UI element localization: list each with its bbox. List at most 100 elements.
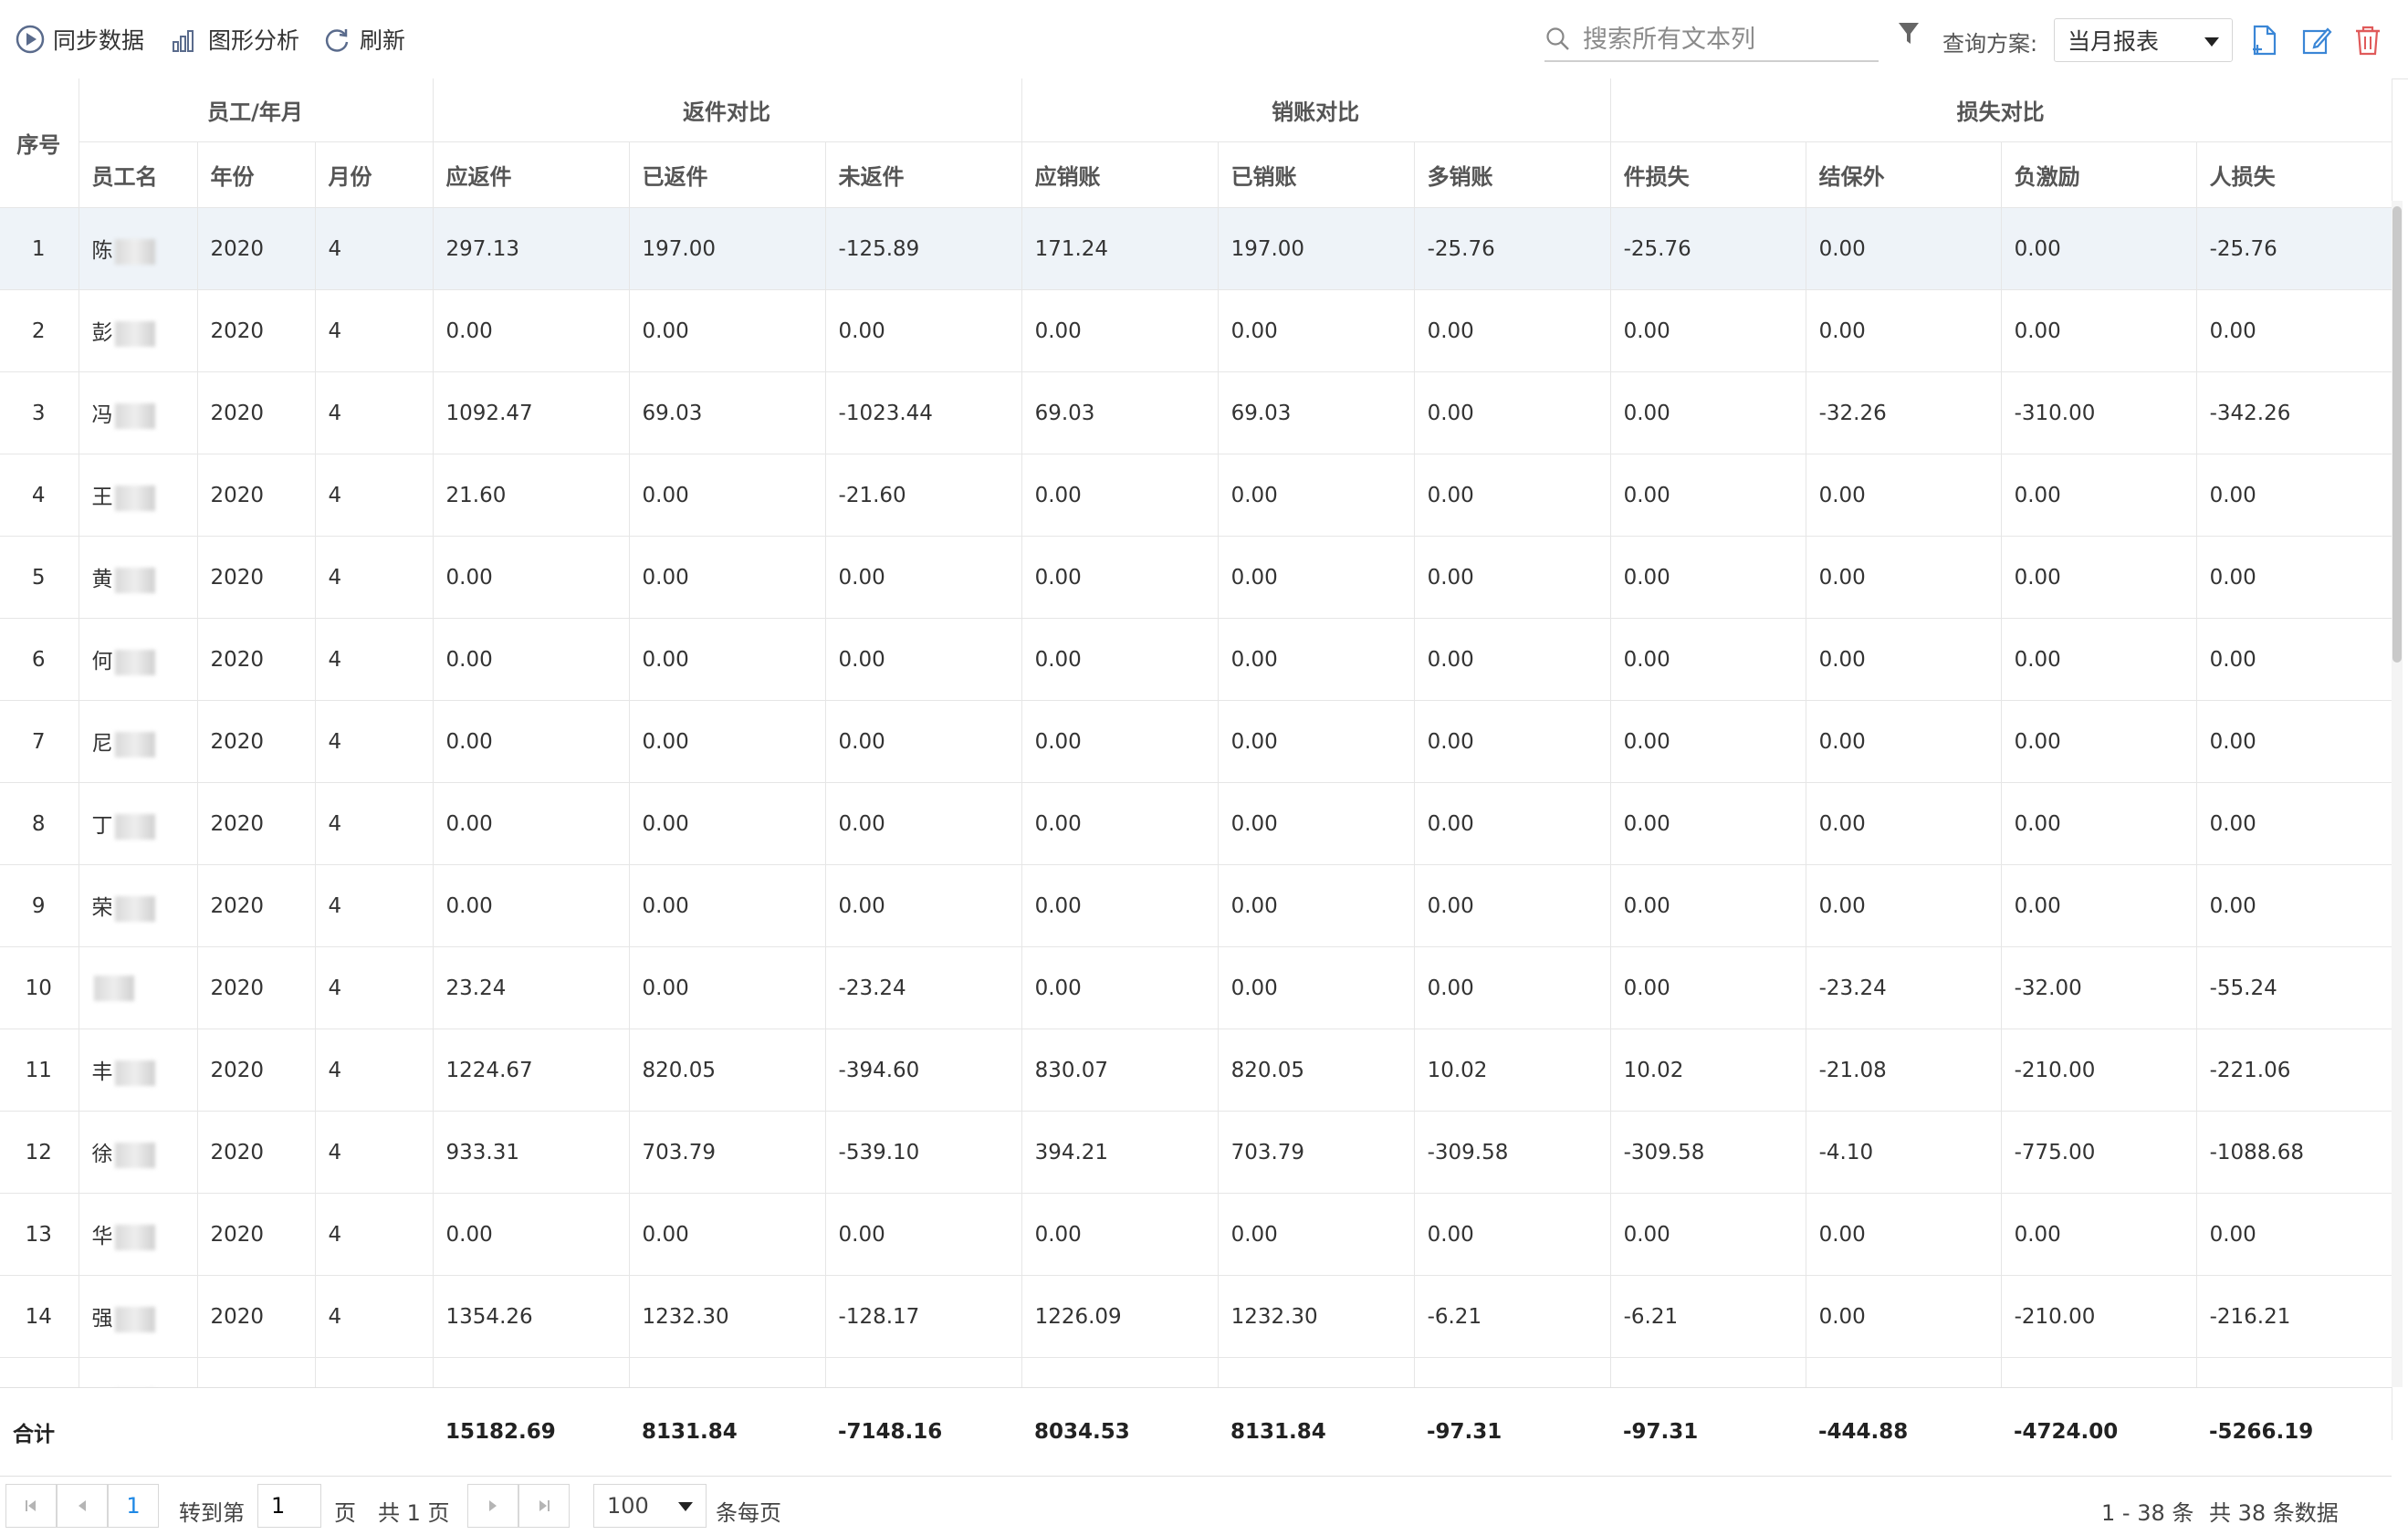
page-size-select[interactable]: 100 [593, 1484, 707, 1528]
table-row[interactable]: 14 强 2020 4 1354.26 1232.30 -128.17 1226.09 1232… [0, 1275, 2392, 1358]
filter-icon[interactable] [1897, 20, 1921, 47]
chart-analysis-button[interactable]: 图形分析 [170, 18, 299, 60]
col-header-returned[interactable]: 已返件 [629, 141, 826, 208]
name-redaction [114, 567, 155, 593]
cell-written-off: 0.00 [1218, 1193, 1415, 1276]
cell-item-loss: 0.00 [1610, 371, 1806, 454]
cell-month: 4 [315, 371, 434, 454]
col-header-item-loss[interactable]: 件损失 [1610, 141, 1806, 208]
first-page-button[interactable] [5, 1484, 57, 1528]
total-over-writeoff: -97.31 [1427, 1420, 1502, 1444]
cell-month: 4 [315, 207, 434, 290]
cell-penalty: 0.00 [2001, 700, 2197, 783]
cell-due-writeoff: 0.00 [1021, 454, 1219, 537]
cell-due-return: 933.31 [433, 1111, 630, 1194]
col-header-year[interactable]: 年份 [197, 141, 316, 208]
cell-seq: 3 [0, 371, 79, 454]
table-row[interactable]: 13 华 2020 4 0.00 0.00 0.00 0.00 0.00 0.00 0.00 0.00… [0, 1193, 2392, 1276]
col-header-month[interactable]: 月份 [315, 141, 434, 208]
report-table: 序号 员工/年月 返件对比 销账对比 损失对比 员工名 年份 月份 应返件 已返… [0, 78, 2392, 1440]
cell-due-writeoff: 69.03 [1021, 371, 1219, 454]
table-row[interactable]: 9 荣 2020 4 0.00 0.00 0.00 0.00 0.00 0.00 0.00 0.00 0… [0, 864, 2392, 947]
cell-not-returned: 0.00 [825, 289, 1022, 372]
table-row[interactable]: 8 丁 2020 4 0.00 0.00 0.00 0.00 0.00 0.00 0.00 0.00 0… [0, 782, 2392, 865]
employee-name: 徐 [91, 1143, 113, 1167]
last-page-button[interactable] [518, 1484, 570, 1528]
sync-data-button[interactable]: 同步数据 [15, 18, 144, 60]
col-header-over-writeoff[interactable]: 多销账 [1414, 141, 1611, 208]
table-row[interactable]: 12 徐 2020 4 933.31 703.79 -539.10 394.21 703.79-… [0, 1111, 2392, 1194]
cell-due-writeoff: 0.00 [1021, 289, 1219, 372]
cell-penalty: 0.00 [2001, 289, 2197, 372]
cell-written-off: 0.00 [1218, 864, 1415, 947]
table-row[interactable]: 7 尼 2020 4 0.00 0.00 0.00 0.00 0.00 0.00 0.00 0.00 0… [0, 700, 2392, 783]
col-header-due-return[interactable]: 应返件 [433, 141, 630, 208]
cell-due-return: 0.00 [433, 536, 630, 619]
col-header-penalty[interactable]: 负激励 [2001, 141, 2197, 208]
totals-label: 合计 [13, 1423, 55, 1446]
cell-year: 2020 [197, 371, 316, 454]
table-row[interactable]: 4 王 2020 4 21.60 0.00 -21.60 0.00 0.00 0.00 0.00 0.… [0, 454, 2392, 537]
col-header-seq[interactable]: 序号 [0, 78, 79, 208]
search-input[interactable] [1581, 24, 1868, 55]
prev-page-button[interactable] [57, 1484, 108, 1528]
cell-not-returned: 0.00 [825, 536, 1022, 619]
cell-returned: 0.00 [629, 454, 826, 537]
query-scheme-select[interactable]: 当月报表 [2054, 18, 2233, 62]
new-file-icon[interactable] [2249, 24, 2280, 57]
cell-over-writeoff: -25.76 [1414, 207, 1611, 290]
table-row[interactable]: 2 彭 2020 4 0.00 0.00 0.00 0.00 0.00 0.00 0.00 0.00 0… [0, 289, 2392, 372]
edit-icon[interactable] [2300, 24, 2333, 57]
cell-penalty: -210.00 [2001, 1275, 2197, 1358]
col-header-out-of-warranty[interactable]: 结保外 [1806, 141, 2002, 208]
col-header-written-off[interactable]: 已销账 [1218, 141, 1415, 208]
cell-item-loss: 0.00 [1610, 289, 1806, 372]
cell-seq: 8 [0, 782, 79, 865]
cell-seq: 13 [0, 1193, 79, 1276]
prev-page-icon [79, 1500, 86, 1511]
table-row[interactable]: 10 2020 4 23.24 0.00 -23.24 0.00 0.00 0.00 0.00 -2… [0, 946, 2392, 1029]
table-row[interactable]: 5 黄 2020 4 0.00 0.00 0.00 0.00 0.00 0.00 0.00 0.00 0… [0, 536, 2392, 619]
cell-over-writeoff: 0.00 [1414, 536, 1611, 619]
cell-year: 2020 [197, 782, 316, 865]
cell-month: 4 [315, 1193, 434, 1276]
cell-person-loss: 0.00 [2196, 864, 2392, 947]
goto-page-input[interactable] [257, 1484, 321, 1528]
cell-month: 4 [315, 289, 434, 372]
cell-month: 4 [315, 454, 434, 537]
scrollbar-thumb[interactable] [2392, 206, 2402, 663]
next-page-button[interactable] [467, 1484, 518, 1528]
cell-due-return: 0.00 [433, 782, 630, 865]
current-page-button[interactable]: 1 [108, 1484, 159, 1528]
cell-due-writeoff: 1226.09 [1021, 1275, 1219, 1358]
table-row[interactable]: 6 何 2020 4 0.00 0.00 0.00 0.00 0.00 0.00 0.00 0.00 0… [0, 618, 2392, 701]
col-header-person-loss[interactable]: 人损失 [2196, 141, 2392, 208]
cell-item-loss: 0.00 [1610, 864, 1806, 947]
chevron-down-icon [2204, 37, 2219, 47]
delete-icon[interactable] [2353, 24, 2382, 57]
cell-person-loss: -55.24 [2196, 946, 2392, 1029]
refresh-label: 刷新 [360, 27, 406, 54]
table-row[interactable]: 3 冯 2020 4 1092.47 69.03 -1023.44 69.03 69.03 0.0… [0, 371, 2392, 454]
cell-not-returned: -1023.44 [825, 371, 1022, 454]
name-redaction [114, 1224, 155, 1250]
cell-penalty: -32.00 [2001, 946, 2197, 1029]
cell-out-of-warranty: -23.24 [1806, 946, 2002, 1029]
query-scheme-value: 当月报表 [2068, 28, 2160, 55]
vertical-scrollbar[interactable] [2392, 201, 2403, 1387]
cell-written-off: 0.00 [1218, 946, 1415, 1029]
col-header-name[interactable]: 员工名 [79, 141, 198, 208]
cell-month: 4 [315, 946, 434, 1029]
cell-name: 王 [79, 454, 198, 537]
cell-item-loss: 0.00 [1610, 536, 1806, 619]
table-row[interactable]: 1 陈 2020 4 297.13 197.00 -125.89 171.24 197.00 -2… [0, 207, 2392, 290]
col-header-not-returned[interactable]: 未返件 [825, 141, 1022, 208]
table-row[interactable]: 11 丰 2020 4 1224.67 820.05 -394.60 830.07 820.05… [0, 1029, 2392, 1112]
employee-name: 何 [91, 650, 113, 674]
cell-over-writeoff: 0.00 [1414, 864, 1611, 947]
cell-not-returned: 0.00 [825, 782, 1022, 865]
cell-year: 2020 [197, 536, 316, 619]
total-due-return: 15182.69 [445, 1420, 556, 1444]
col-header-due-writeoff[interactable]: 应销账 [1021, 141, 1219, 208]
refresh-button[interactable]: 刷新 [321, 18, 405, 60]
